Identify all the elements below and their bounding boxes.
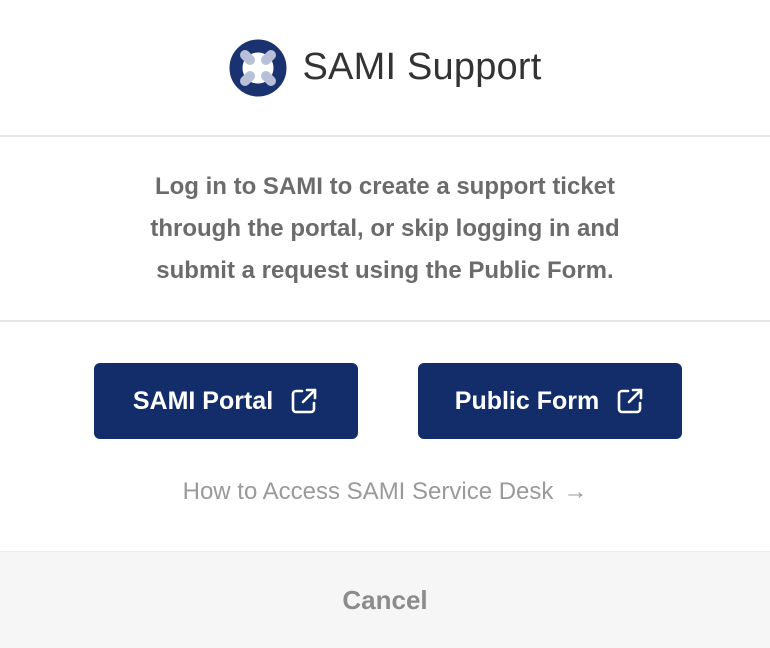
arrow-right-icon: → xyxy=(563,478,588,505)
lifebuoy-icon xyxy=(229,39,287,96)
public-form-label: Public Form xyxy=(454,386,600,415)
description-section: Log in to SAMI to create a support ticke… xyxy=(0,137,770,322)
public-form-button[interactable]: Public Form xyxy=(418,363,682,439)
actions-section: SAMI Portal Public Form How to Access SA… xyxy=(0,322,770,551)
cancel-button[interactable]: Cancel xyxy=(0,551,770,648)
sami-portal-label: SAMI Portal xyxy=(132,386,274,415)
how-to-access-label: How to Access SAMI Service Desk xyxy=(182,478,554,505)
sami-portal-button[interactable]: SAMI Portal xyxy=(94,363,358,439)
support-modal: SAMI Support Log in to SAMI to create a … xyxy=(0,0,770,648)
how-to-access-link[interactable]: How to Access SAMI Service Desk → xyxy=(0,478,770,506)
external-link-icon xyxy=(617,388,643,414)
external-link-icon xyxy=(291,388,317,414)
modal-title: SAMI Support xyxy=(302,46,542,88)
cancel-label: Cancel xyxy=(342,584,428,615)
description-text: Log in to SAMI to create a support ticke… xyxy=(150,172,620,284)
modal-header: SAMI Support xyxy=(0,0,770,137)
header-title-group: SAMI Support xyxy=(229,39,542,97)
